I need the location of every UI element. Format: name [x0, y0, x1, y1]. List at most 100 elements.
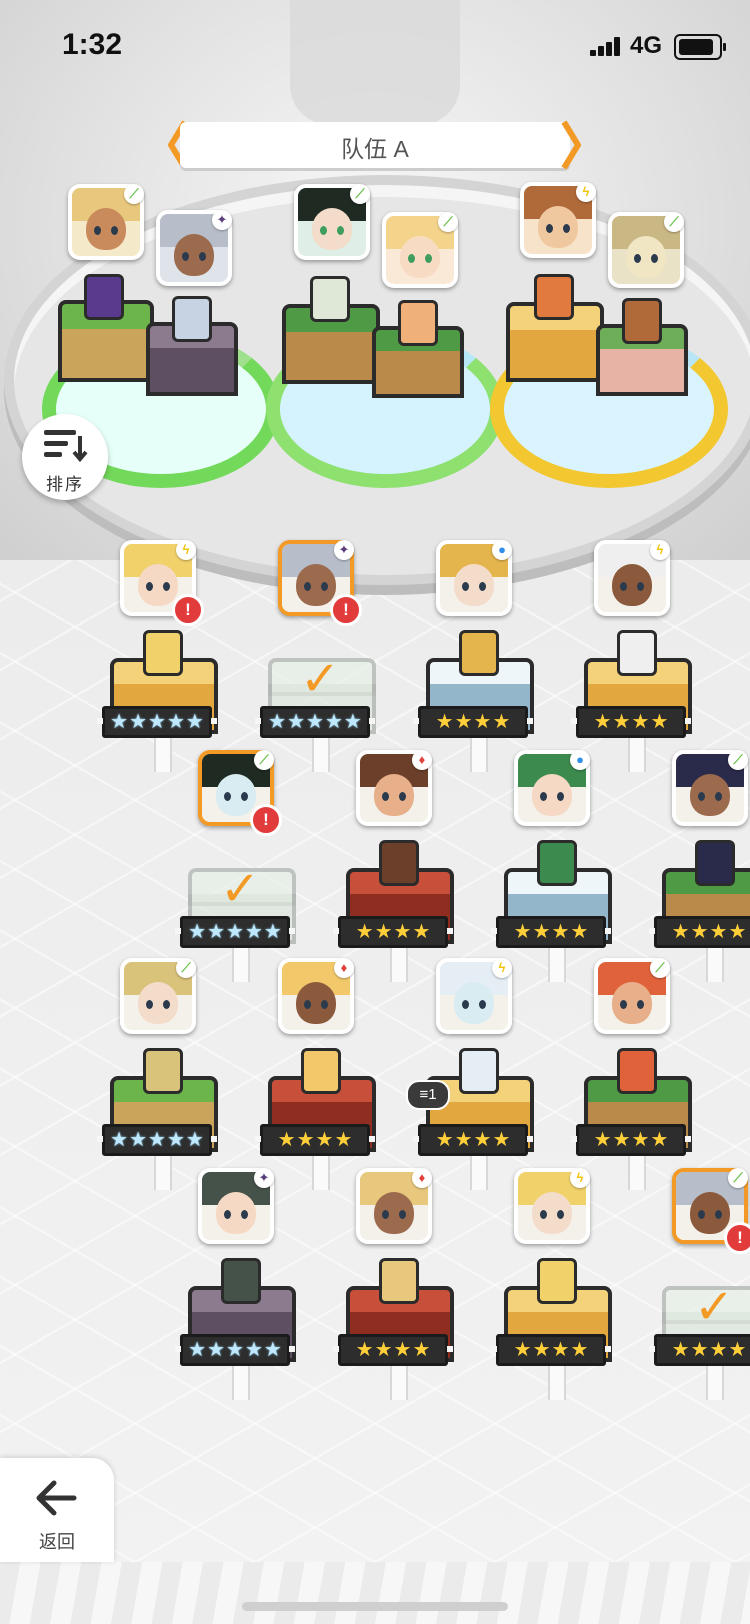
alert-badge-icon: ! [724, 1222, 750, 1254]
character-sprite [459, 1048, 499, 1094]
star-icon: ★ [129, 711, 148, 733]
fire-element-icon: ♦ [412, 750, 432, 770]
character-portrait[interactable]: ✦ [198, 1168, 274, 1244]
character-sprite [398, 300, 438, 346]
character-sprite [221, 1258, 261, 1304]
star-icon: ★ [631, 711, 650, 733]
star-rating: ★ ★ ★ ★ [571, 706, 691, 738]
character-portrait[interactable]: ⟋ [594, 958, 670, 1034]
alert-badge-icon: ! [250, 804, 282, 836]
nature-element-icon: ⟋ [124, 184, 144, 204]
team-selector[interactable]: 队伍 A [180, 122, 570, 168]
star-icon: ★ [343, 711, 362, 733]
team-member-portrait[interactable]: ⟋ [382, 212, 458, 288]
team-member-portrait[interactable]: ⟋ [608, 212, 684, 288]
star-icon: ★ [570, 1339, 589, 1361]
team-member-portrait[interactable]: ⟋ [294, 184, 370, 260]
character-sprite [622, 298, 662, 344]
star-icon: ★ [728, 1339, 747, 1361]
fire-element-icon: ♦ [334, 958, 354, 978]
character-sprite [301, 1048, 341, 1094]
star-rating: ★ ★ ★ ★ [491, 916, 611, 948]
star-icon: ★ [532, 921, 551, 943]
star-rating: ★ ★ ★ ★ [649, 916, 750, 948]
star-icon: ★ [454, 1129, 473, 1151]
star-icon: ★ [612, 711, 631, 733]
star-rating: ★ ★ ★ ★ [571, 1124, 691, 1156]
character-portrait[interactable]: ● [514, 750, 590, 826]
water-element-icon: ● [492, 540, 512, 560]
character-portrait[interactable]: ● [436, 540, 512, 616]
character-sprite [537, 1258, 577, 1304]
star-icon: ★ [148, 1129, 166, 1151]
star-rating: ★ ★ ★ ★ ★ [175, 916, 295, 948]
star-icon: ★ [492, 1129, 511, 1151]
sort-button[interactable]: 排序 [22, 414, 108, 500]
star-icon: ★ [393, 1339, 412, 1361]
star-icon: ★ [412, 921, 431, 943]
star-icon: ★ [435, 1129, 454, 1151]
team-title: 队伍 A [341, 136, 409, 162]
star-rating: ★ ★ ★ ★ [255, 1124, 375, 1156]
star-rating: ★ ★ ★ ★ [333, 916, 453, 948]
light-element-icon: ϟ [570, 1168, 590, 1188]
character-sprite [379, 1258, 419, 1304]
water-element-icon: ● [570, 750, 590, 770]
light-element-icon: ϟ [176, 540, 196, 560]
character-portrait[interactable]: ⟋ [672, 750, 748, 826]
star-icon: ★ [393, 921, 412, 943]
star-icon: ★ [185, 711, 204, 733]
star-rating: ★ ★ ★ ★ [413, 1124, 533, 1156]
star-icon: ★ [306, 711, 324, 733]
character-portrait[interactable]: ϟ [436, 958, 512, 1034]
star-icon: ★ [110, 1129, 129, 1151]
team-member-portrait[interactable]: ϟ [520, 182, 596, 258]
in-team-check-icon: ✓ [220, 863, 261, 916]
back-arrow-icon [36, 1480, 77, 1516]
next-team-arrow-icon[interactable] [560, 118, 584, 172]
character-portrait[interactable]: ♦ [278, 958, 354, 1034]
dark-element-icon: ✦ [334, 540, 354, 560]
back-button[interactable]: 返回 [0, 1458, 114, 1562]
character-portrait[interactable]: ⟋! [672, 1168, 750, 1254]
star-rating: ★ ★ ★ ★ [333, 1334, 453, 1366]
star-icon: ★ [315, 1129, 334, 1151]
star-icon: ★ [166, 711, 185, 733]
character-sprite [379, 840, 419, 886]
character-portrait[interactable]: ⟋ [120, 958, 196, 1034]
star-icon: ★ [435, 711, 454, 733]
character-portrait[interactable]: ϟ [594, 540, 670, 616]
team-member-portrait[interactable]: ⟋ [68, 184, 144, 260]
star-icon: ★ [374, 1339, 393, 1361]
star-icon: ★ [728, 921, 747, 943]
character-portrait[interactable]: ♦ [356, 1168, 432, 1244]
star-rating: ★ ★ ★ ★ [649, 1334, 750, 1366]
dark-element-icon: ✦ [212, 210, 232, 230]
signal-icon [590, 36, 624, 56]
squad-layers-icon: ≡ [419, 1086, 429, 1103]
battery-icon [674, 34, 726, 60]
star-icon: ★ [263, 1339, 282, 1361]
star-rating: ★ ★ ★ ★ [413, 706, 533, 738]
star-icon: ★ [166, 1129, 185, 1151]
star-icon: ★ [593, 1129, 612, 1151]
star-icon: ★ [532, 1339, 551, 1361]
nature-element-icon: ⟋ [650, 958, 670, 978]
character-portrait[interactable]: ♦ [356, 750, 432, 826]
nature-element-icon: ⟋ [254, 750, 274, 770]
character-sprite [534, 274, 574, 320]
star-icon: ★ [671, 921, 690, 943]
star-icon: ★ [188, 921, 207, 943]
character-portrait[interactable]: ϟ! [120, 540, 204, 626]
character-portrait[interactable]: ⟋! [198, 750, 282, 836]
star-icon: ★ [690, 1339, 709, 1361]
character-sprite [143, 630, 183, 676]
team-member-portrait[interactable]: ✦ [156, 210, 232, 286]
character-portrait[interactable]: ✦! [278, 540, 362, 626]
star-icon: ★ [570, 921, 589, 943]
character-portrait[interactable]: ϟ [514, 1168, 590, 1244]
character-sprite [617, 630, 657, 676]
light-element-icon: ϟ [650, 540, 670, 560]
star-icon: ★ [355, 921, 374, 943]
star-icon: ★ [454, 711, 473, 733]
